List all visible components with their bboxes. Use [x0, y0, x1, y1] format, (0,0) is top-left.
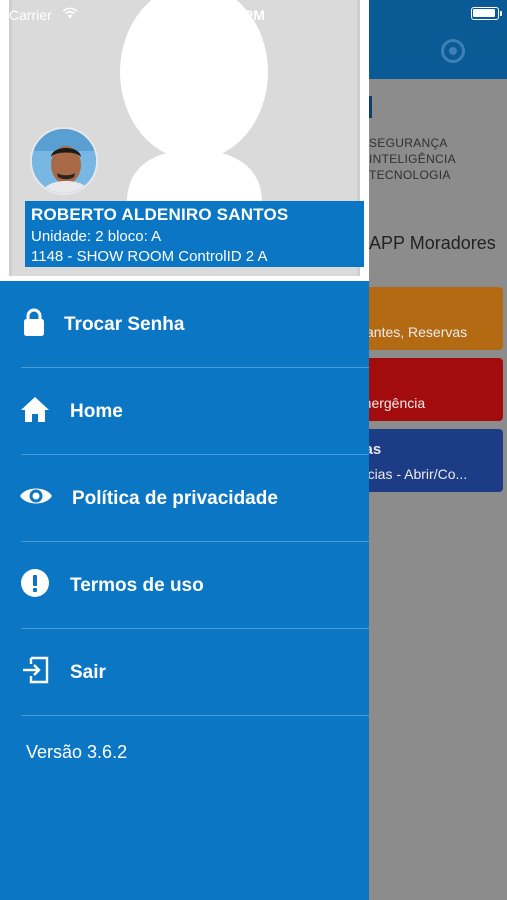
- card-subtitle: sitantes, Reservas: [352, 324, 468, 340]
- logout-icon: [23, 656, 49, 684]
- lock-icon: [24, 308, 44, 336]
- menu-divider: [21, 715, 369, 716]
- app-name-label: APP Moradores: [369, 233, 496, 253]
- menu-item-label: Política de privacidade: [72, 488, 278, 509]
- menu-item-privacy-policy[interactable]: Política de privacidade: [0, 455, 369, 542]
- menu-item-label: Sair: [70, 662, 106, 683]
- user-condominium: 1148 - SHOW ROOM ControlID 2 A: [31, 248, 268, 265]
- wifi-icon: [62, 7, 78, 19]
- drawer-menu: Trocar Senha Home Política de privacidad…: [0, 281, 369, 716]
- visitors-card[interactable]: o sitantes, Reservas: [352, 287, 503, 350]
- emergency-card[interactable]: emergência: [352, 358, 503, 421]
- side-drawer: ROBERTO ALDENIRO SANTOS Unidade: 2 bloco…: [0, 0, 369, 900]
- avatar[interactable]: [30, 127, 98, 195]
- carrier-label: Carrier: [9, 7, 52, 23]
- drawer-header: ROBERTO ALDENIRO SANTOS Unidade: 2 bloco…: [0, 0, 369, 281]
- menu-item-label: Termos de uso: [70, 575, 204, 596]
- menu-item-label: Trocar Senha: [64, 314, 185, 335]
- menu-item-home[interactable]: Home: [0, 368, 369, 455]
- user-unit: Unidade: 2 bloco: A: [31, 228, 162, 245]
- person-silhouette-icon: [120, 0, 268, 202]
- clock-label: 5:21 PM: [212, 7, 265, 23]
- card-subtitle: ências - Abrir/Co...: [352, 466, 468, 482]
- menu-item-logout[interactable]: Sair: [0, 629, 369, 716]
- status-bar: Carrier 5:21 PM: [0, 0, 507, 28]
- menu-item-terms-of-use[interactable]: Termos de uso: [0, 542, 369, 629]
- location-icon[interactable]: [441, 39, 465, 63]
- logo-tagline-line: INTELIGÊNCIA: [369, 152, 456, 166]
- menu-item-label: Home: [70, 401, 123, 422]
- access-card[interactable]: cias ências - Abrir/Co...: [352, 429, 503, 492]
- app-version: Versão 3.6.2: [26, 742, 128, 762]
- logo-tagline-line: SEGURANÇA: [369, 136, 448, 150]
- home-icon: [21, 397, 49, 422]
- alert-circle-icon: [21, 569, 49, 597]
- battery-icon: [471, 7, 502, 20]
- logo-tagline-line: TECNOLOGIA: [369, 168, 451, 182]
- eye-icon: [20, 488, 52, 504]
- user-name: ROBERTO ALDENIRO SANTOS: [31, 205, 289, 224]
- user-info-panel: ROBERTO ALDENIRO SANTOS Unidade: 2 bloco…: [25, 201, 364, 267]
- menu-item-change-password[interactable]: Trocar Senha: [0, 281, 369, 368]
